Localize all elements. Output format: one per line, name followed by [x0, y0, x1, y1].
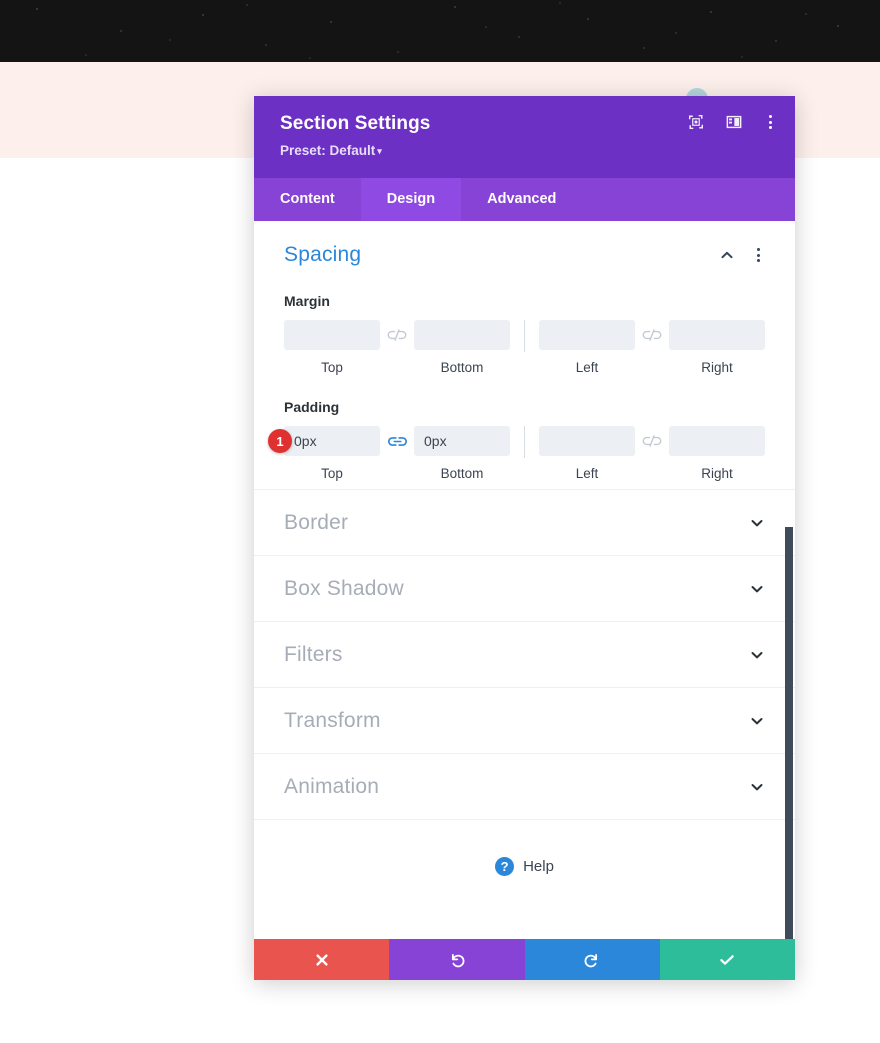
- section-filters-title: Filters: [284, 642, 343, 666]
- undo-button[interactable]: [389, 939, 525, 980]
- padding-vertical-link-toggle[interactable]: [380, 426, 414, 456]
- padding-bottom-caption: Bottom: [440, 466, 484, 481]
- undo-arrow-icon: [451, 953, 465, 967]
- section-spacing: Spacing Margin Top Bottom Left Right Pad…: [254, 221, 795, 490]
- margin-left-input[interactable]: [539, 320, 635, 350]
- chevron-up-icon[interactable]: [719, 247, 735, 263]
- section-animation-title: Animation: [284, 774, 380, 798]
- padding-label: Padding: [284, 399, 340, 415]
- close-x-icon: [316, 953, 328, 966]
- preset-label: Preset: Default: [280, 143, 376, 158]
- cancel-button[interactable]: [254, 939, 390, 980]
- save-button[interactable]: [659, 939, 795, 980]
- margin-right-input[interactable]: [669, 320, 765, 350]
- chevron-down-icon: [751, 651, 763, 658]
- scrollbar-thumb[interactable]: [785, 527, 793, 939]
- broken-chain-icon: [642, 329, 662, 341]
- padding-left-caption: Left: [575, 466, 599, 481]
- padding-top-input[interactable]: 0px: [284, 426, 380, 456]
- preset-selector[interactable]: Preset: Default ▾: [280, 143, 775, 159]
- margin-horizontal-group: Left Right: [539, 320, 765, 375]
- help-row[interactable]: ? Help: [254, 820, 795, 913]
- padding-left-cell: Left: [539, 426, 635, 481]
- modal-body: Spacing Margin Top Bottom Left Right Pad…: [254, 221, 795, 939]
- padding-horizontal-group: Left Right: [539, 426, 765, 481]
- section-box-shadow[interactable]: Box Shadow: [254, 556, 795, 622]
- focus-target-icon[interactable]: [687, 113, 705, 131]
- modal-tabs: Content Design Advanced: [254, 178, 795, 221]
- margin-quad: Top Bottom Left Right: [284, 320, 765, 375]
- padding-top-caption: Top: [321, 466, 343, 481]
- section-box-shadow-title: Box Shadow: [284, 576, 404, 600]
- section-settings-modal: Section Settings Preset: Default ▾ Conte…: [254, 96, 795, 980]
- padding-right-caption: Right: [701, 466, 733, 481]
- margin-horizontal-link-toggle[interactable]: [635, 320, 669, 350]
- margin-label: Margin: [284, 293, 330, 309]
- chevron-down-icon: [751, 783, 763, 790]
- chevron-down-icon: [751, 519, 763, 526]
- section-spacing-kebab-icon[interactable]: [751, 248, 765, 262]
- kebab-menu-icon[interactable]: [763, 115, 777, 129]
- modal-header-actions: [687, 113, 777, 131]
- chevron-down-icon: [751, 717, 763, 724]
- question-mark-icon: ?: [495, 857, 515, 876]
- padding-bottom-cell: 0px Bottom: [414, 426, 510, 481]
- vertical-scrollbar[interactable]: [785, 527, 793, 939]
- padding-horizontal-link-toggle[interactable]: [635, 426, 669, 456]
- broken-chain-icon: [642, 435, 662, 447]
- page-root: Section Settings Preset: Default ▾ Conte…: [0, 0, 880, 1043]
- section-transform[interactable]: Transform: [254, 688, 795, 754]
- padding-right-cell: Right: [669, 426, 765, 481]
- padding-right-input[interactable]: [669, 426, 765, 456]
- checkmark-icon: [720, 954, 735, 965]
- padding-quad: 1 0px Top 0px Bottom Left Right: [268, 426, 765, 481]
- broken-chain-icon: [387, 329, 407, 341]
- padding-divider: [524, 426, 525, 458]
- margin-left-caption: Left: [575, 360, 599, 375]
- section-border-title: Border: [284, 510, 349, 534]
- margin-divider: [524, 320, 525, 352]
- chevron-down-icon: [751, 585, 763, 592]
- redo-button[interactable]: [524, 939, 660, 980]
- margin-right-cell: Right: [669, 320, 765, 375]
- tab-design[interactable]: Design: [360, 178, 462, 221]
- modal-footer: [254, 939, 795, 980]
- section-spacing-tools: [719, 247, 765, 263]
- padding-vertical-group: 0px Top 0px Bottom: [284, 426, 510, 481]
- padding-left-input[interactable]: [539, 426, 635, 456]
- layout-panel-icon[interactable]: [725, 113, 743, 131]
- section-border[interactable]: Border: [254, 490, 795, 556]
- padding-top-cell: 0px Top: [284, 426, 380, 481]
- help-label: Help: [523, 858, 554, 875]
- page-background-dark-band: [0, 0, 880, 62]
- section-spacing-title: Spacing: [284, 243, 362, 266]
- modal-header: Section Settings Preset: Default ▾: [254, 96, 795, 178]
- section-transform-title: Transform: [284, 708, 381, 732]
- margin-top-cell: Top: [284, 320, 380, 375]
- margin-top-caption: Top: [321, 360, 343, 375]
- margin-top-input[interactable]: [284, 320, 380, 350]
- margin-right-caption: Right: [701, 360, 733, 375]
- margin-vertical-link-toggle[interactable]: [380, 320, 414, 350]
- margin-bottom-input[interactable]: [414, 320, 510, 350]
- section-filters[interactable]: Filters: [254, 622, 795, 688]
- padding-bottom-input[interactable]: 0px: [414, 426, 510, 456]
- margin-left-cell: Left: [539, 320, 635, 375]
- margin-bottom-caption: Bottom: [440, 360, 484, 375]
- chevron-down-icon: ▾: [377, 146, 382, 156]
- section-spacing-header[interactable]: Spacing: [284, 243, 765, 267]
- tab-advanced[interactable]: Advanced: [461, 178, 582, 221]
- linked-chain-icon: [387, 436, 407, 446]
- margin-bottom-cell: Bottom: [414, 320, 510, 375]
- section-animation[interactable]: Animation: [254, 754, 795, 820]
- redo-arrow-icon: [584, 953, 598, 967]
- tab-content[interactable]: Content: [254, 178, 361, 221]
- margin-vertical-group: Top Bottom: [284, 320, 510, 375]
- padding-modified-badge: 1: [268, 429, 292, 453]
